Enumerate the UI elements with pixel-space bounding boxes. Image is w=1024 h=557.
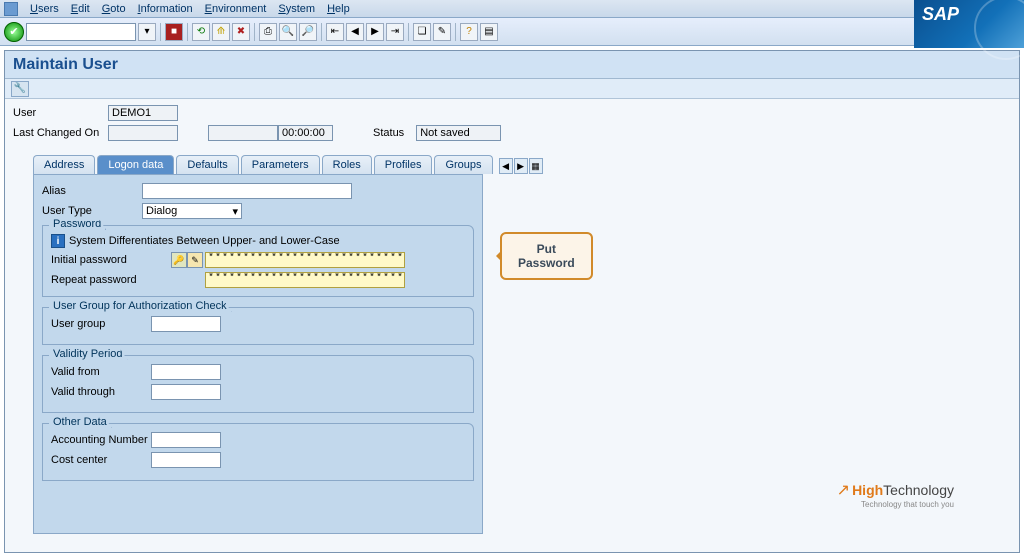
- app-toolbar: 🔧: [5, 79, 1019, 99]
- menu-goto[interactable]: Goto: [96, 3, 132, 15]
- deactivate-password-button[interactable]: ✎: [187, 252, 203, 268]
- sap-logo: SAP: [914, 0, 1024, 48]
- auth-group-legend: User Group for Authorization Check: [49, 300, 232, 312]
- last-page-button[interactable]: ⇥: [386, 23, 404, 41]
- layout-button[interactable]: ▤: [480, 23, 498, 41]
- help-button[interactable]: ?: [460, 23, 478, 41]
- alias-label: Alias: [42, 185, 142, 197]
- annotation-callout: Put Password: [500, 232, 593, 280]
- standard-toolbar: ✔ ▾ ■ ⟲ ⟰ ✖ ⎙ 🔍 🔎 ⇤ ◀ ▶ ⇥ ❏ ✎ ? ▤: [0, 18, 1024, 46]
- accounting-number-label: Accounting Number: [51, 434, 151, 446]
- user-label: User: [13, 107, 108, 119]
- last-changed-date-field: [208, 125, 278, 141]
- tab-logon-data[interactable]: Logon data: [97, 155, 174, 174]
- auth-group: User Group for Authorization Check User …: [42, 307, 474, 345]
- alias-input[interactable]: [142, 183, 352, 199]
- menu-environment[interactable]: Environment: [199, 3, 273, 15]
- tab-body-logon: Alias User Type Dialog ▾ Password i Syst…: [33, 174, 483, 534]
- valid-through-label: Valid through: [51, 386, 151, 398]
- callout-line1: Put: [518, 242, 575, 256]
- other-data-legend: Other Data: [49, 416, 112, 428]
- next-page-button[interactable]: ▶: [366, 23, 384, 41]
- command-dropdown-icon[interactable]: ▾: [138, 23, 156, 41]
- usertype-label: User Type: [42, 205, 142, 217]
- prev-page-button[interactable]: ◀: [346, 23, 364, 41]
- valid-from-input[interactable]: [151, 364, 221, 380]
- tab-address[interactable]: Address: [33, 155, 95, 174]
- find-next-button[interactable]: 🔎: [299, 23, 317, 41]
- menu-help[interactable]: Help: [321, 3, 356, 15]
- user-field[interactable]: DEMO1: [108, 105, 178, 121]
- password-legend: Password: [49, 218, 106, 230]
- usergroup-input[interactable]: [151, 316, 221, 332]
- validity-legend: Validity Period: [49, 348, 128, 360]
- watermark-tagline: Technology that touch you: [837, 500, 954, 509]
- watermark-arrow-icon: ↗: [837, 480, 850, 500]
- tabstrip: Address Logon data Defaults Parameters R…: [13, 155, 1011, 174]
- find-button[interactable]: 🔍: [279, 23, 297, 41]
- valid-through-input[interactable]: [151, 384, 221, 400]
- password-group: Password i System Differentiates Between…: [42, 225, 474, 297]
- dropdown-icon: ▾: [232, 205, 238, 218]
- tab-defaults[interactable]: Defaults: [176, 155, 238, 174]
- screen-area: Maintain User 🔧 User DEMO1 Last Changed …: [4, 50, 1020, 553]
- last-changed-by-field: [108, 125, 178, 141]
- command-field[interactable]: [26, 23, 136, 41]
- menubar: Users Edit Goto Information Environment …: [0, 0, 1024, 18]
- tab-profiles[interactable]: Profiles: [374, 155, 433, 174]
- cost-center-input[interactable]: [151, 452, 221, 468]
- repeat-password-input[interactable]: ************************************: [205, 272, 405, 288]
- back-button[interactable]: ⟲: [192, 23, 210, 41]
- tab-scroll-right-icon[interactable]: ▶: [514, 158, 528, 174]
- menu-users[interactable]: Users: [24, 3, 65, 15]
- tab-parameters[interactable]: Parameters: [241, 155, 320, 174]
- print-button[interactable]: ⎙: [259, 23, 277, 41]
- initial-password-input[interactable]: ************************************: [205, 252, 405, 268]
- tab-groups[interactable]: Groups: [434, 155, 492, 174]
- measure-button[interactable]: 🔧: [11, 81, 29, 97]
- page-title: Maintain User: [5, 51, 1019, 79]
- tab-scroll-left-icon[interactable]: ◀: [499, 158, 513, 174]
- status-field: Not saved: [416, 125, 501, 141]
- enter-button[interactable]: ✔: [4, 22, 24, 42]
- tab-list-icon[interactable]: ▦: [529, 158, 543, 174]
- exit-button[interactable]: ⟰: [212, 23, 230, 41]
- case-note: System Differentiates Between Upper- and…: [69, 235, 340, 247]
- watermark: ↗HighTechnology Technology that touch yo…: [837, 480, 954, 509]
- callout-line2: Password: [518, 256, 575, 270]
- tab-roles[interactable]: Roles: [322, 155, 372, 174]
- menu-edit[interactable]: Edit: [65, 3, 96, 15]
- initial-password-label: Initial password: [51, 254, 171, 266]
- repeat-password-label: Repeat password: [51, 274, 171, 286]
- usertype-value: Dialog: [146, 205, 177, 217]
- cost-center-label: Cost center: [51, 454, 151, 466]
- shortcut-button[interactable]: ✎: [433, 23, 451, 41]
- menu-system[interactable]: System: [272, 3, 321, 15]
- menu-information[interactable]: Information: [132, 3, 199, 15]
- accounting-number-input[interactable]: [151, 432, 221, 448]
- system-menu-icon[interactable]: [4, 2, 18, 16]
- cancel-button[interactable]: ✖: [232, 23, 250, 41]
- watermark-brand-post: Technology: [883, 482, 954, 498]
- other-data-group: Other Data Accounting Number Cost center: [42, 423, 474, 481]
- usergroup-label: User group: [51, 318, 151, 330]
- watermark-brand-pre: High: [852, 482, 883, 498]
- last-changed-time-field: 00:00:00: [278, 125, 333, 141]
- generate-password-button[interactable]: 🔑: [171, 252, 187, 268]
- usertype-select[interactable]: Dialog ▾: [142, 203, 242, 219]
- status-label: Status: [373, 127, 404, 139]
- last-changed-label: Last Changed On: [13, 127, 108, 139]
- new-session-button[interactable]: ❏: [413, 23, 431, 41]
- first-page-button[interactable]: ⇤: [326, 23, 344, 41]
- valid-from-label: Valid from: [51, 366, 151, 378]
- validity-group: Validity Period Valid from Valid through: [42, 355, 474, 413]
- save-button[interactable]: ■: [165, 23, 183, 41]
- info-icon: i: [51, 234, 65, 248]
